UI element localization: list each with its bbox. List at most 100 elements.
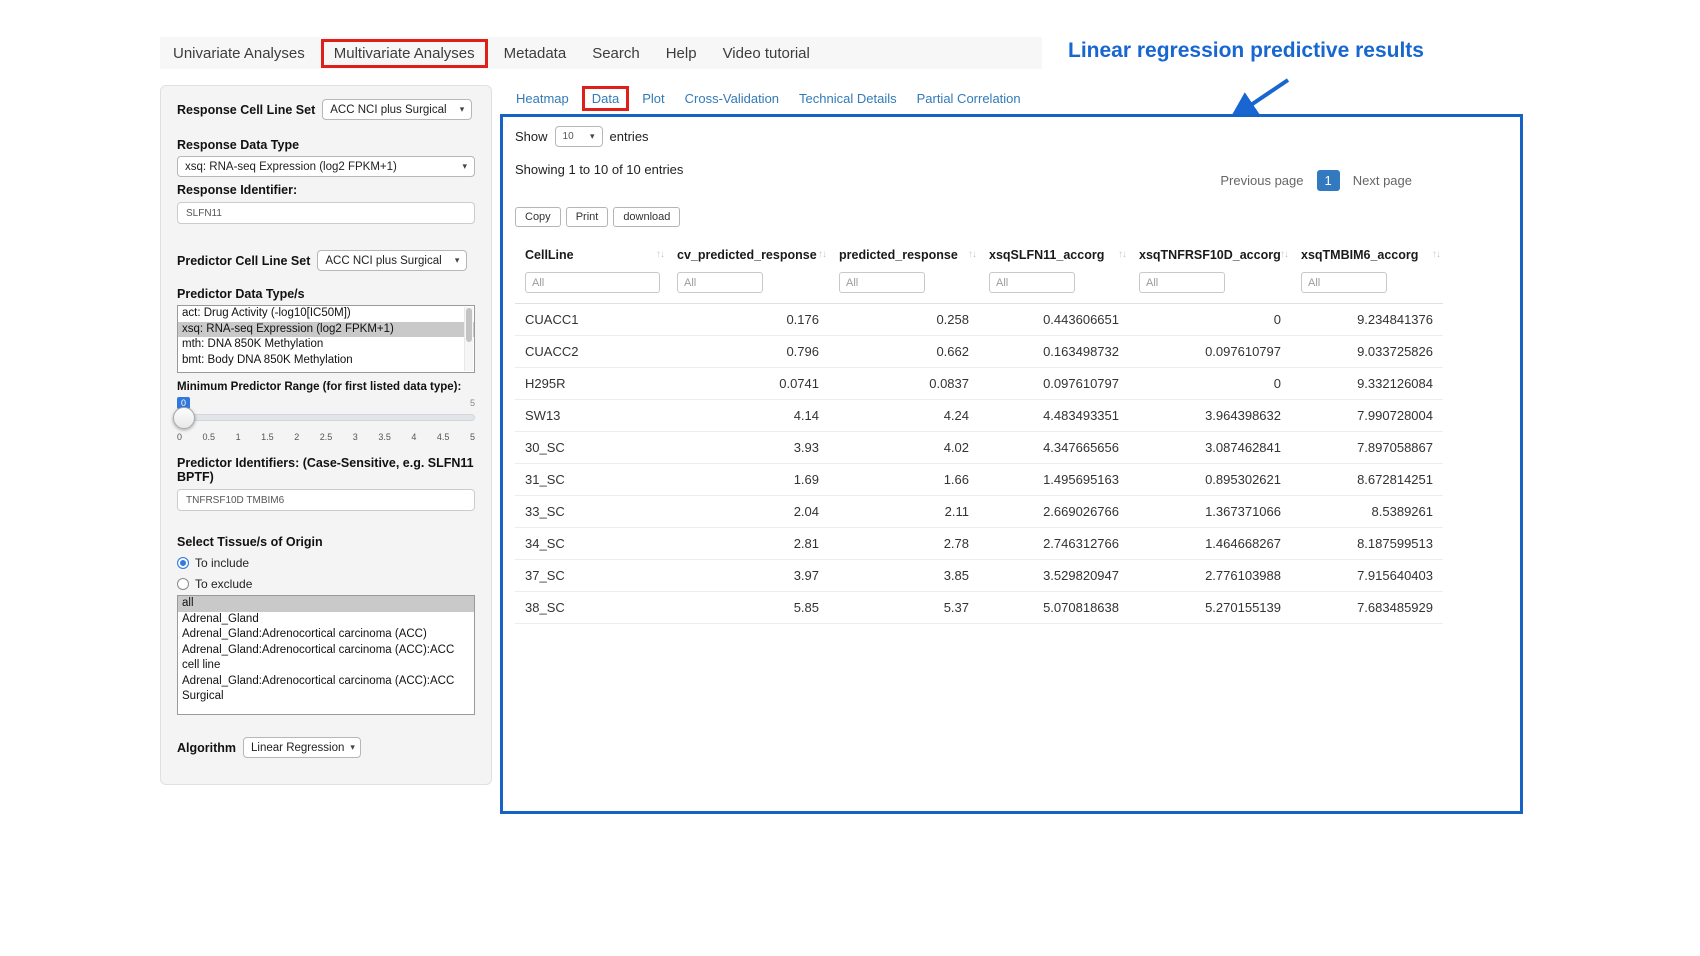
predictor-identifiers-input[interactable] bbox=[177, 489, 475, 511]
tab-plot[interactable]: Plot bbox=[632, 86, 674, 111]
response-identifier-input[interactable] bbox=[177, 202, 475, 224]
list-option-adrenal-gland-adrenocortical-carcinoma-acc[interactable]: Adrenal_Gland:Adrenocortical carcinoma (… bbox=[178, 627, 474, 643]
tab-data[interactable]: Data bbox=[582, 86, 629, 111]
entries-label: entries bbox=[610, 129, 649, 144]
value-cell: 3.529820947 bbox=[979, 560, 1129, 592]
slider-tick: 5 bbox=[470, 432, 475, 442]
top-nav: Univariate AnalysesMultivariate Analyses… bbox=[160, 37, 1042, 69]
response-cell-line-set-select[interactable]: ACC NCI plus Surgical ▾ bbox=[322, 99, 472, 120]
nav-item-help[interactable]: Help bbox=[653, 39, 710, 68]
value-cell: 3.85 bbox=[829, 560, 979, 592]
predictor-cell-line-set-label: Predictor Cell Line Set bbox=[177, 254, 310, 268]
value-cell: 4.14 bbox=[667, 400, 829, 432]
nav-item-video-tutorial[interactable]: Video tutorial bbox=[710, 39, 823, 68]
column-header-xsqslfn11-accorg[interactable]: xsqSLFN11_accorg↑↓ bbox=[979, 240, 1129, 270]
slider-tick: 1 bbox=[236, 432, 241, 442]
column-header-xsqtnfrsf10d-accorg[interactable]: xsqTNFRSF10D_accorg↑↓ bbox=[1129, 240, 1291, 270]
response-data-type-select[interactable]: xsq: RNA-seq Expression (log2 FPKM+1) ▾ bbox=[177, 156, 475, 177]
filter-input-cv-predicted-response[interactable] bbox=[677, 272, 763, 293]
current-page-button[interactable]: 1 bbox=[1317, 170, 1340, 191]
entries-select[interactable]: 10 ▾ bbox=[555, 126, 603, 147]
filter-cell bbox=[1291, 270, 1443, 304]
list-option-mth-dna-850k-methylation[interactable]: mth: DNA 850K Methylation bbox=[178, 337, 474, 353]
value-cell: 4.347665656 bbox=[979, 432, 1129, 464]
list-option-act-drug-activity-log10-ic50m[interactable]: act: Drug Activity (-log10[IC50M]) bbox=[178, 306, 474, 322]
sort-icon[interactable]: ↑↓ bbox=[656, 249, 664, 260]
cellline-cell: H295R bbox=[515, 368, 667, 400]
sort-icon[interactable]: ↑↓ bbox=[1280, 249, 1288, 260]
tissue-list[interactable]: allAdrenal_GlandAdrenal_Gland:Adrenocort… bbox=[177, 595, 475, 715]
list-option-adrenal-gland-adrenocortical-carcinoma-acc-acc-cell-line[interactable]: Adrenal_Gland:Adrenocortical carcinoma (… bbox=[178, 643, 474, 674]
list-option-all[interactable]: all bbox=[178, 596, 474, 612]
previous-page-button[interactable]: Previous page bbox=[1212, 169, 1311, 192]
sort-icon[interactable]: ↑↓ bbox=[1432, 249, 1440, 260]
table-row: 30_SC3.934.024.3476656563.0874628417.897… bbox=[515, 432, 1443, 464]
copy-button[interactable]: Copy bbox=[515, 207, 561, 227]
sort-icon[interactable]: ↑↓ bbox=[968, 249, 976, 260]
filter-input-predicted-response[interactable] bbox=[839, 272, 925, 293]
column-label: predicted_response bbox=[839, 248, 958, 262]
value-cell: 8.187599513 bbox=[1291, 528, 1443, 560]
print-button[interactable]: Print bbox=[566, 207, 609, 227]
tissue-exclude-radio[interactable]: To exclude bbox=[177, 577, 475, 591]
tab-partial-correlation[interactable]: Partial Correlation bbox=[907, 86, 1031, 111]
table-row: 38_SC5.855.375.0708186385.2701551397.683… bbox=[515, 592, 1443, 624]
value-cell: 1.367371066 bbox=[1129, 496, 1291, 528]
value-cell: 0.176 bbox=[667, 304, 829, 336]
value-cell: 2.81 bbox=[667, 528, 829, 560]
column-header-cellline[interactable]: CellLine↑↓ bbox=[515, 240, 667, 270]
value-cell: 9.033725826 bbox=[1291, 336, 1443, 368]
predictor-data-type-list[interactable]: act: Drug Activity (-log10[IC50M])xsq: R… bbox=[177, 305, 475, 373]
algorithm-label: Algorithm bbox=[177, 741, 236, 755]
slider-handle[interactable] bbox=[173, 407, 195, 429]
download-button[interactable]: download bbox=[613, 207, 680, 227]
list-option-adrenal-gland[interactable]: Adrenal_Gland bbox=[178, 612, 474, 628]
cellline-cell: 30_SC bbox=[515, 432, 667, 464]
filter-input-xsqtmbim6-accorg[interactable] bbox=[1301, 272, 1387, 293]
value-cell: 2.78 bbox=[829, 528, 979, 560]
min-predictor-range-label: Minimum Predictor Range (for first liste… bbox=[177, 381, 475, 393]
list-option-adrenal-gland-adrenocortical-carcinoma-acc-acc-surgical[interactable]: Adrenal_Gland:Adrenocortical carcinoma (… bbox=[178, 674, 474, 705]
tab-cross-validation[interactable]: Cross-Validation bbox=[675, 86, 789, 111]
nav-item-multivariate-analyses[interactable]: Multivariate Analyses bbox=[321, 39, 488, 68]
list-option-bmt-body-dna-850k-methylation[interactable]: bmt: Body DNA 850K Methylation bbox=[178, 353, 474, 369]
cellline-cell: CUACC1 bbox=[515, 304, 667, 336]
nav-item-metadata[interactable]: Metadata bbox=[491, 39, 580, 68]
slider-max-label: 5 bbox=[470, 398, 475, 408]
table-row: 37_SC3.973.853.5298209472.7761039887.915… bbox=[515, 560, 1443, 592]
value-cell: 0.0741 bbox=[667, 368, 829, 400]
value-cell: 4.24 bbox=[829, 400, 979, 432]
filter-input-xsqtnfrsf10d-accorg[interactable] bbox=[1139, 272, 1225, 293]
column-header-predicted-response[interactable]: predicted_response ↑↓ bbox=[829, 240, 979, 270]
filter-cell bbox=[1129, 270, 1291, 304]
nav-item-search[interactable]: Search bbox=[579, 39, 653, 68]
min-predictor-range-slider[interactable]: 0 5 bbox=[177, 399, 475, 431]
chevron-down-icon: ▾ bbox=[590, 131, 595, 142]
value-cell: 2.776103988 bbox=[1129, 560, 1291, 592]
filter-input-cellline[interactable] bbox=[525, 272, 660, 293]
algorithm-row: Algorithm Linear Regression ▾ bbox=[177, 737, 475, 758]
tab-technical-details[interactable]: Technical Details bbox=[789, 86, 907, 111]
sort-icon[interactable]: ↑↓ bbox=[1118, 249, 1126, 260]
filter-input-xsqslfn11-accorg[interactable] bbox=[989, 272, 1075, 293]
filter-cell bbox=[979, 270, 1129, 304]
show-entries-row: Show 10 ▾ entries bbox=[515, 126, 1508, 147]
algorithm-select[interactable]: Linear Regression ▾ bbox=[243, 737, 361, 758]
column-header-xsqtmbim6-accorg[interactable]: xsqTMBIM6_accorg↑↓ bbox=[1291, 240, 1443, 270]
slider-track[interactable] bbox=[177, 414, 475, 421]
slider-tick: 0.5 bbox=[203, 432, 216, 442]
nav-item-univariate-analyses[interactable]: Univariate Analyses bbox=[160, 39, 318, 68]
scrollbar[interactable] bbox=[464, 307, 473, 371]
next-page-button[interactable]: Next page bbox=[1345, 169, 1420, 192]
sort-icon[interactable]: ↑↓ bbox=[818, 249, 826, 260]
scrollbar-thumb[interactable] bbox=[466, 308, 472, 342]
tissue-include-radio[interactable]: To include bbox=[177, 556, 475, 570]
predictor-cell-line-set-select[interactable]: ACC NCI plus Surgical ▾ bbox=[317, 250, 467, 271]
value-cell: 0.662 bbox=[829, 336, 979, 368]
list-option-xsq-rna-seq-expression-log2-fpkm-1[interactable]: xsq: RNA-seq Expression (log2 FPKM+1) bbox=[178, 322, 474, 338]
algorithm-value: Linear Regression bbox=[251, 742, 344, 754]
column-header-cv-predicted-response[interactable]: cv_predicted_response↑↓ bbox=[667, 240, 829, 270]
tab-heatmap[interactable]: Heatmap bbox=[506, 86, 579, 111]
table-row: 33_SC2.042.112.6690267661.3673710668.538… bbox=[515, 496, 1443, 528]
cellline-cell: 38_SC bbox=[515, 592, 667, 624]
